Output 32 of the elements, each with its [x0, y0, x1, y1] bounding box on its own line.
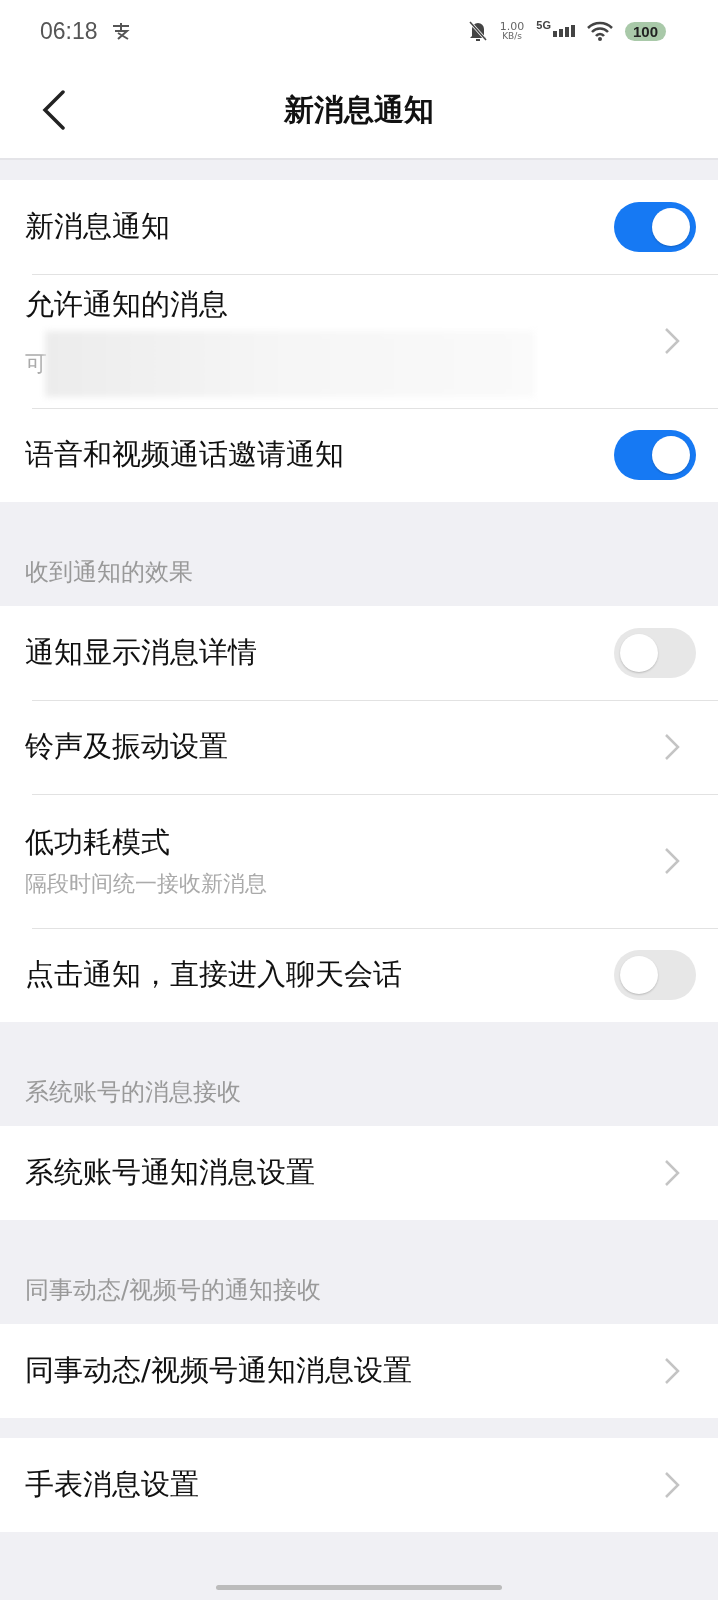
section-header: 收到通知的效果 [25, 557, 193, 588]
setting-label[interactable]: 低功耗模式 [25, 823, 664, 863]
wifi-icon [586, 21, 613, 41]
chevron-icon [664, 1357, 680, 1385]
section-header: 系统账号的消息接收 [25, 1077, 241, 1108]
toggle-switch[interactable] [614, 628, 696, 678]
chevron-icon [664, 733, 680, 761]
toggle-switch[interactable] [614, 430, 696, 480]
setting-label[interactable]: 语音和视频通话邀请通知 [25, 435, 614, 475]
chevron-icon [664, 847, 680, 875]
muted-bell-icon [467, 20, 488, 42]
setting-label[interactable]: 铃声及振动设置 [25, 727, 664, 767]
status-time: 06:18 [40, 17, 98, 45]
page-title: 新消息通知 [284, 90, 434, 129]
setting-description: 可 [25, 350, 47, 378]
toggle-switch[interactable] [614, 202, 696, 252]
setting-label[interactable]: 新消息通知 [25, 207, 614, 247]
chevron-icon [664, 1159, 680, 1187]
chevron-icon [664, 327, 680, 355]
network-type: 5G [536, 19, 551, 31]
setting-label[interactable]: 允许通知的消息 [25, 285, 664, 325]
network-speed: 1.00 [499, 21, 525, 32]
toggle-switch[interactable] [614, 950, 696, 1000]
battery-level: 100 [624, 21, 666, 41]
section-header: 同事动态/视频号的通知接收 [25, 1275, 322, 1306]
chevron-icon [664, 1471, 680, 1499]
setting-description: 隔段时间统一接收新消息 [25, 870, 267, 898]
setting-label[interactable]: 通知显示消息详情 [25, 633, 614, 673]
back-icon[interactable] [42, 90, 66, 130]
speed-unit: KB/s [502, 32, 522, 41]
setting-label[interactable]: 点击通知，直接进入聊天会话 [25, 955, 614, 995]
signal-icon [552, 25, 575, 37]
